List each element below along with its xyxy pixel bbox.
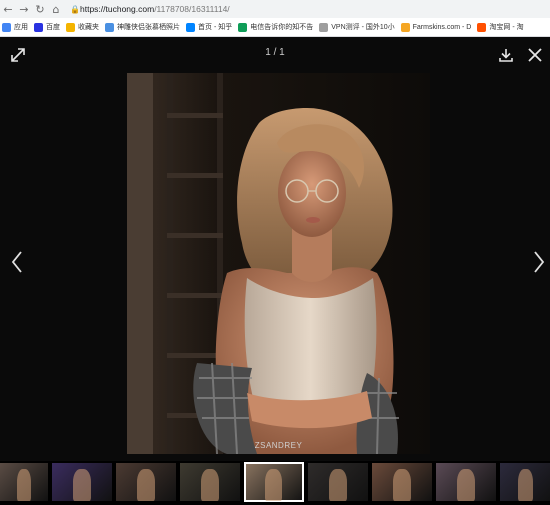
expand-icon[interactable] (9, 46, 27, 64)
bookmark-favicon-icon (238, 22, 248, 32)
url-host: https://tuchong.com (80, 4, 155, 14)
bookmark-item[interactable]: 收藏夹 (66, 18, 99, 36)
thumbnail-figure (457, 469, 475, 501)
lock-icon: 🔒 (70, 4, 80, 14)
bookmark-label: 百度 (46, 24, 60, 31)
thumbnail[interactable] (372, 463, 432, 501)
bookmark-favicon-icon (477, 22, 487, 32)
reload-button[interactable]: ↻ (32, 0, 48, 18)
thumbnail[interactable] (308, 463, 368, 501)
bookmark-item[interactable]: 百度 (34, 18, 60, 36)
close-icon[interactable] (526, 46, 544, 64)
thumbnail[interactable] (116, 463, 176, 501)
thumbnail[interactable] (500, 463, 550, 501)
bookmark-favicon-icon (105, 22, 114, 32)
bookmark-item[interactable]: 首页 - 知乎 (186, 18, 233, 36)
bookmark-favicon-icon (34, 22, 43, 32)
bookmark-label: 首页 - 知乎 (198, 24, 233, 31)
main-photo: ZSANDREY (127, 73, 430, 454)
bookmark-label: 收藏夹 (78, 24, 99, 31)
thumbnail-figure (265, 469, 282, 501)
bookmark-label: 神雕侠侣张慕栖照片 (117, 24, 180, 31)
bookmark-label: 淘宝网 - 淘 (489, 24, 524, 31)
bookmark-favicon-icon (66, 22, 75, 32)
back-button[interactable]: ← (0, 0, 16, 18)
bookmark-item[interactable]: 电信告诉你的知不告 (238, 18, 314, 36)
address-bar[interactable]: 🔒 https://tuchong.com/1178708/16311114/ (70, 2, 544, 16)
thumbnail[interactable] (52, 463, 112, 501)
url-path: /1178708/16311114/ (154, 4, 230, 14)
image-viewer: 1 / 1 ZSANDREY (0, 37, 550, 505)
thumbnail[interactable] (436, 463, 496, 501)
image-counter: 1 / 1 (265, 47, 285, 58)
bookmark-label: 应用 (14, 24, 28, 31)
bookmark-favicon-icon (2, 22, 11, 32)
chevron-left-icon[interactable] (9, 249, 25, 275)
bookmark-label: VPN测评 - 国外10小 (331, 24, 395, 31)
bookmark-favicon-icon (319, 22, 329, 32)
thumbnail-figure (17, 469, 31, 501)
bookmarks-bar: 应用 百度 收藏夹 神雕侠侣张慕栖照片 首页 - 知乎 电信告诉你的知不告 VPN测评 - … (0, 18, 550, 37)
bookmark-favicon-icon (186, 22, 195, 32)
bookmark-label: Farmskins.com - D (412, 23, 472, 31)
thumbnail-figure (329, 469, 347, 501)
bookmark-item[interactable]: Farmskins.com - D (400, 18, 472, 36)
thumbnail-figure (518, 469, 533, 501)
thumbnail[interactable] (180, 463, 240, 501)
bookmark-label: 电信告诉你的知不告 (250, 24, 314, 31)
browser-toolbar: ← → ↻ ⌂ 🔒 https://tuchong.com/1178708/16… (0, 0, 550, 18)
bookmark-item[interactable]: 淘宝网 - 淘 (477, 18, 524, 36)
bookmark-item[interactable]: 神雕侠侣张慕栖照片 (105, 18, 180, 36)
thumbnail-figure (393, 469, 411, 501)
download-icon[interactable] (497, 46, 515, 64)
bookmark-favicon-icon (400, 22, 410, 32)
thumbnail[interactable] (0, 463, 48, 501)
thumbnail-figure (201, 469, 219, 501)
chevron-right-icon[interactable] (531, 249, 547, 275)
thumbnail-figure (73, 469, 91, 501)
bookmark-item[interactable]: VPN测评 - 国外10小 (319, 18, 395, 36)
photo-watermark: ZSANDREY (254, 441, 303, 450)
home-button[interactable]: ⌂ (48, 0, 64, 18)
thumbnail-figure (137, 469, 155, 501)
thumbnail-strip (0, 461, 550, 505)
thumbnail-active[interactable] (244, 462, 304, 502)
portrait-image (127, 73, 430, 454)
forward-button[interactable]: → (16, 0, 32, 18)
bookmark-item[interactable]: 应用 (2, 18, 28, 36)
